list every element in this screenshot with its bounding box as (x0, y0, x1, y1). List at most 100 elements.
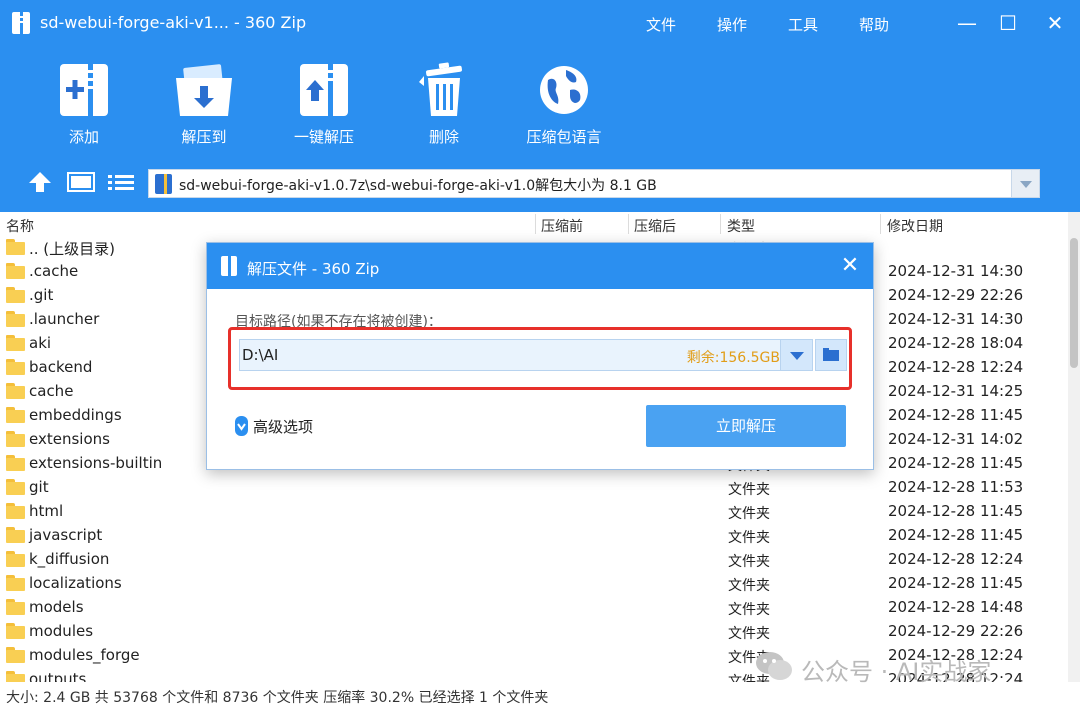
file-date: 2024-12-28 11:45 (888, 454, 1024, 472)
file-type: 文件夹 (728, 554, 770, 570)
dialog-close-button[interactable]: ✕ (835, 251, 865, 281)
add-button[interactable]: 添加 (29, 62, 139, 154)
delete-button[interactable]: 删除 (389, 62, 499, 154)
path-history-dropdown[interactable] (780, 340, 812, 370)
file-name: .cache (29, 262, 79, 280)
file-date: 2024-12-29 22:26 (888, 622, 1024, 640)
folder-icon (6, 575, 25, 591)
folder-icon (6, 623, 25, 639)
archive-language-label: 压缩包语言 (526, 128, 602, 146)
file-type: 文件夹 (728, 506, 770, 522)
extract-dialog: 解压文件 - 360 Zip ✕ 目标路径(如果不存在将被创建)： D:\AI … (206, 242, 874, 470)
list-header: 名称 压缩前 压缩后 类型 修改日期 (0, 212, 1068, 236)
maximize-button[interactable]: ☐ (993, 8, 1023, 38)
one-click-extract-label: 一键解压 (293, 128, 354, 146)
column-unpacked[interactable]: 压缩后 (634, 216, 676, 236)
list-item[interactable]: git 文件夹 2024-12-28 11:53 (0, 476, 1068, 500)
close-button[interactable]: ✕ (1040, 8, 1070, 38)
file-name: git (29, 478, 49, 496)
minimize-button[interactable]: — (952, 8, 982, 38)
extract-now-button[interactable]: 立即解压 (646, 405, 846, 447)
file-date: 2024-12-28 14:48 (888, 598, 1024, 616)
advanced-options-label[interactable]: 高级选项 (253, 416, 313, 437)
file-name: javascript (29, 526, 103, 544)
menu-help[interactable]: 帮助 (859, 14, 889, 35)
path-dropdown-button[interactable] (1011, 170, 1039, 197)
column-divider[interactable] (880, 214, 881, 234)
folder-icon (6, 239, 25, 255)
column-divider[interactable] (628, 214, 629, 234)
scrollbar-thumb[interactable] (1070, 238, 1078, 368)
file-name: .git (29, 286, 54, 304)
advanced-options-toggle[interactable] (235, 416, 248, 436)
file-name: modules (29, 622, 94, 640)
folder-icon (6, 383, 25, 399)
folder-icon (6, 527, 25, 543)
folder-icon (6, 647, 25, 663)
extract-to-icon (176, 64, 232, 116)
list-item[interactable]: k_diffusion 文件夹 2024-12-28 12:24 (0, 548, 1068, 572)
folder-icon (6, 287, 25, 303)
thumbnail-view-icon[interactable] (67, 170, 95, 194)
folder-open-icon (823, 348, 839, 361)
file-date: 2024-12-31 14:02 (888, 430, 1024, 448)
list-item[interactable]: javascript 文件夹 2024-12-28 11:45 (0, 524, 1068, 548)
target-path-input[interactable]: D:\AI 剩余:156.5GB (239, 339, 813, 371)
one-click-extract-icon (300, 64, 348, 116)
watermark: 公众号 · AI实战家 (755, 650, 1055, 686)
menu-operation[interactable]: 操作 (717, 14, 747, 35)
file-type: 文件夹 (728, 578, 770, 594)
column-packed[interactable]: 压缩前 (541, 216, 583, 236)
column-divider[interactable] (535, 214, 536, 234)
add-icon (60, 64, 108, 116)
list-view-icon[interactable] (107, 170, 135, 194)
list-item[interactable]: localizations 文件夹 2024-12-28 11:45 (0, 572, 1068, 596)
chevron-down-icon (1020, 181, 1032, 188)
dialog-title: 解压文件 - 360 Zip (247, 260, 380, 278)
menu-file[interactable]: 文件 (646, 14, 676, 35)
file-name: embeddings (29, 406, 122, 424)
folder-icon (6, 263, 25, 279)
column-name[interactable]: 名称 (6, 216, 34, 236)
folder-icon (6, 599, 25, 615)
trash-icon (419, 62, 462, 116)
folder-icon (6, 407, 25, 423)
window-title: sd-webui-forge-aki-v1... - 360 Zip (40, 13, 307, 32)
check-icon (237, 423, 246, 431)
folder-icon (6, 359, 25, 375)
app-icon (12, 12, 30, 34)
column-type[interactable]: 类型 (727, 216, 755, 236)
up-arrow-icon[interactable] (28, 170, 52, 194)
file-date: 2024-12-28 12:24 (888, 550, 1024, 568)
file-date: 2024-12-28 11:45 (888, 526, 1024, 544)
column-divider[interactable] (720, 214, 721, 234)
vertical-scrollbar[interactable] (1068, 212, 1080, 682)
folder-icon (6, 551, 25, 567)
folder-icon (6, 671, 25, 682)
browse-folder-button[interactable] (815, 339, 847, 371)
status-text: 大小: 2.4 GB 共 53768 个文件和 8736 个文件夹 压缩率 30… (6, 690, 549, 706)
dialog-title-bar: 解压文件 - 360 Zip ✕ (207, 243, 873, 289)
column-modified[interactable]: 修改日期 (887, 216, 943, 236)
title-bar: sd-webui-forge-aki-v1... - 360 Zip 文件 操作… (0, 0, 1080, 46)
file-date: 2024-12-28 18:04 (888, 334, 1024, 352)
extract-to-label: 解压到 (181, 128, 227, 146)
list-item[interactable]: html 文件夹 2024-12-28 11:45 (0, 500, 1068, 524)
menu-tools[interactable]: 工具 (788, 14, 818, 35)
file-name: html (29, 502, 64, 520)
file-name: outputs (29, 670, 87, 682)
path-bar[interactable]: sd-webui-forge-aki-v1.0.7z\sd-webui-forg… (148, 169, 1040, 198)
folder-icon (6, 455, 25, 471)
target-path-value: D:\AI (242, 346, 279, 364)
top-bar: sd-webui-forge-aki-v1... - 360 Zip 文件 操作… (0, 0, 1080, 212)
extract-to-button[interactable]: 解压到 (149, 62, 259, 154)
list-item[interactable]: modules 文件夹 2024-12-29 22:26 (0, 620, 1068, 644)
one-click-extract-button[interactable]: 一键解压 (269, 62, 379, 154)
file-type: 文件夹 (728, 626, 770, 642)
file-type: 文件夹 (728, 602, 770, 618)
archive-language-button[interactable]: 压缩包语言 (509, 62, 619, 154)
file-date: 2024-12-28 11:45 (888, 574, 1024, 592)
list-item[interactable]: models 文件夹 2024-12-28 14:48 (0, 596, 1068, 620)
free-space-label: 剩余:156.5GB (686, 350, 780, 366)
file-name: localizations (29, 574, 122, 592)
